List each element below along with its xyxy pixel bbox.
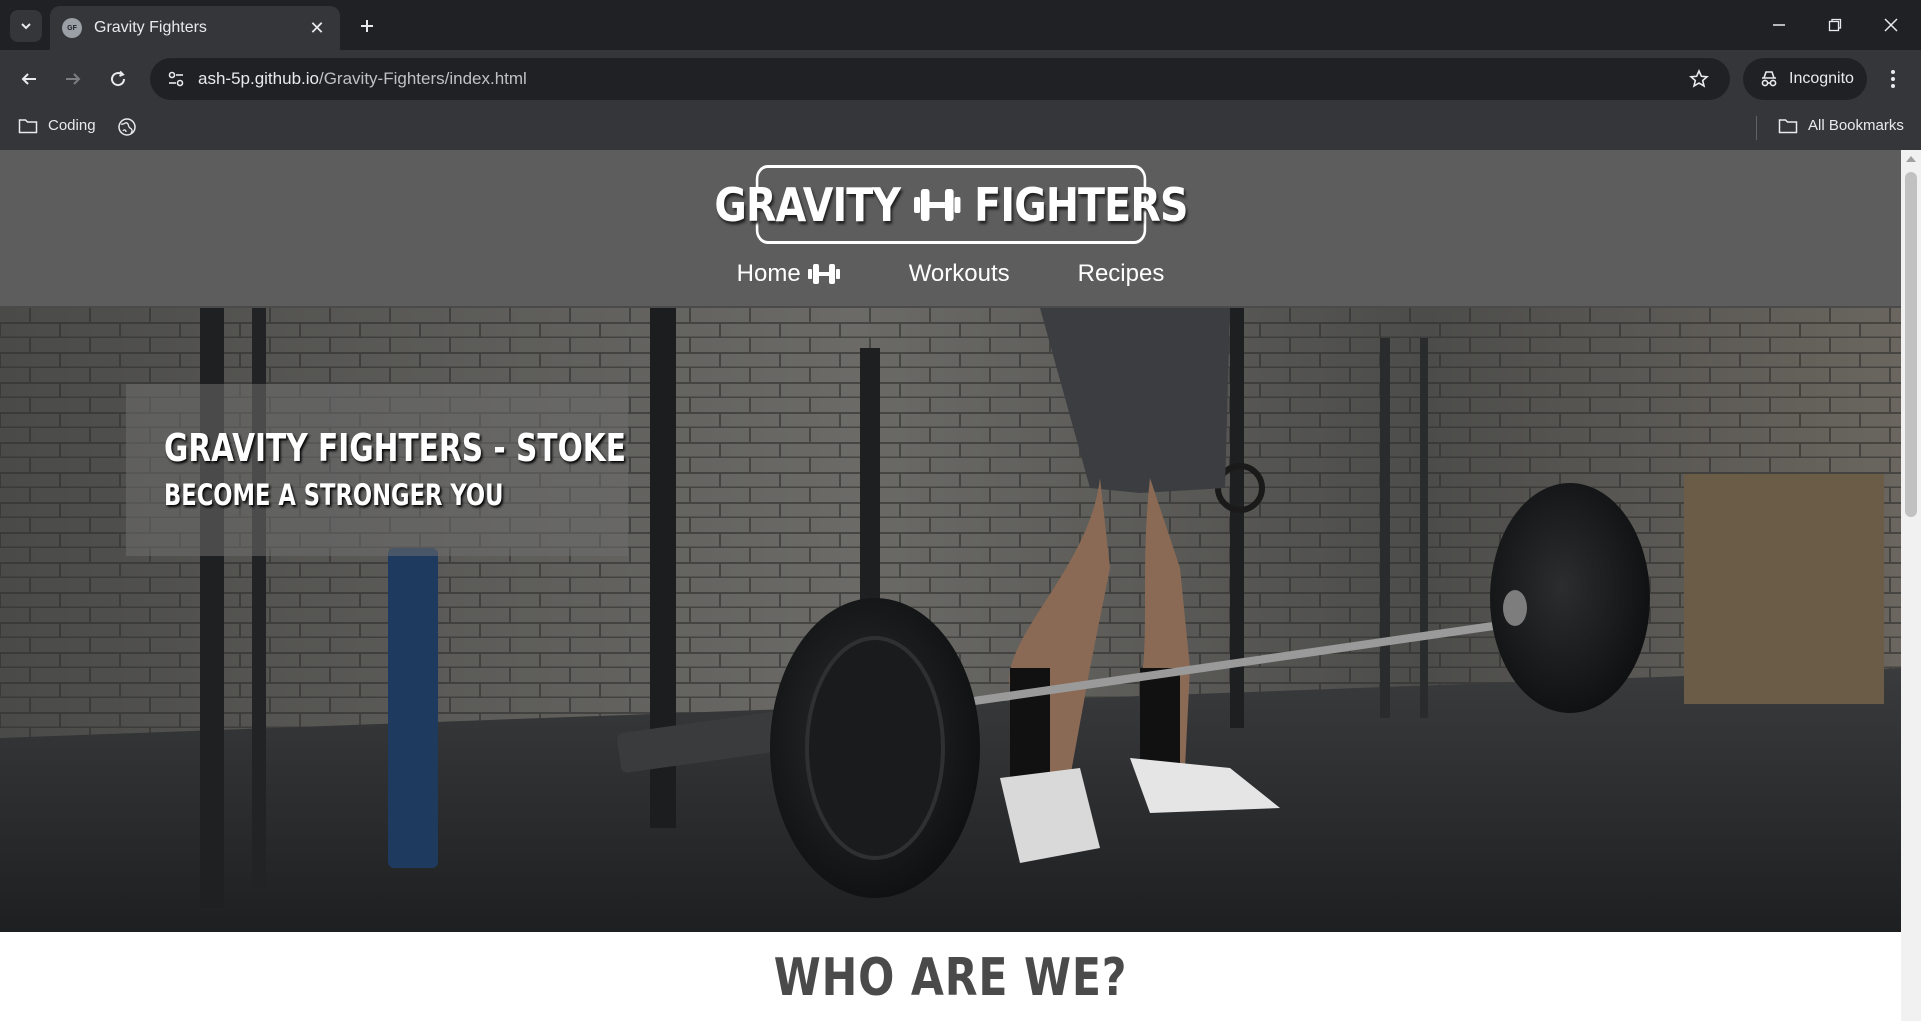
back-button[interactable]	[14, 64, 44, 94]
reload-icon	[111, 70, 126, 87]
site-logo[interactable]: GRAVITY FIGHTERS	[714, 165, 1188, 244]
nav-link-home[interactable]: Home	[737, 260, 841, 288]
bookmark-folder-coding[interactable]: Coding	[18, 117, 96, 134]
minimize-icon	[1773, 24, 1785, 26]
all-bookmarks-button[interactable]: All Bookmarks	[1778, 117, 1904, 134]
globe-icon	[118, 118, 136, 136]
reload-button[interactable]	[103, 64, 133, 94]
star-icon	[1689, 69, 1709, 88]
section-heading: WHO ARE WE?	[0, 948, 1901, 1008]
hero-text-box: GRAVITY FIGHTERS - STOKE BECOME A STRONG…	[126, 384, 628, 556]
close-window-button[interactable]	[1876, 12, 1906, 38]
bookmarks-separator	[1756, 116, 1757, 140]
chevron-down-icon	[21, 23, 31, 30]
bookmark-globe[interactable]	[117, 117, 147, 137]
incognito-icon	[1761, 71, 1777, 87]
logo-text-right: FIGHTERS	[974, 177, 1188, 232]
restore-button[interactable]	[1820, 12, 1850, 38]
bookmarks-bar: Coding All Bookmarks	[0, 106, 1921, 150]
incognito-label: Incognito	[1789, 70, 1854, 87]
dumbbell-icon	[807, 262, 841, 286]
arrow-right-icon	[66, 73, 81, 85]
favicon-icon: GF	[62, 18, 82, 38]
url-text: ash-5p.github.io/Gravity-Fighters/index.…	[198, 69, 1684, 89]
nav-link-workouts[interactable]: Workouts	[909, 260, 1010, 288]
browser-menu-button[interactable]	[1878, 64, 1908, 94]
arrow-left-icon	[21, 73, 36, 85]
main-nav: Home Workouts Recipes	[0, 260, 1901, 288]
close-icon	[1884, 18, 1898, 32]
hero-section: GRAVITY FIGHTERS - STOKE BECOME A STRONG…	[0, 308, 1901, 932]
tab-close-icon[interactable]: ✕	[306, 18, 328, 39]
url-path: /Gravity-Fighters/index.html	[318, 69, 527, 88]
new-tab-button[interactable]	[354, 13, 380, 39]
tab-strip: GF Gravity Fighters ✕	[0, 0, 1921, 50]
site-header: GRAVITY FIGHTERS Home Workouts Recipes	[0, 150, 1901, 308]
forward-button[interactable]	[58, 64, 88, 94]
tab-search-button[interactable]	[10, 10, 42, 42]
site-info-icon[interactable]	[164, 67, 188, 91]
nav-link-label: Workouts	[908, 260, 1010, 287]
logo-text-left: GRAVITY	[714, 177, 901, 232]
bookmark-star-button[interactable]	[1684, 64, 1714, 94]
incognito-badge[interactable]: Incognito	[1743, 58, 1867, 100]
all-bookmarks-label: All Bookmarks	[1808, 117, 1904, 134]
hero-subtitle: BECOME A STRONGER YOU	[164, 478, 504, 512]
page-scrollbar[interactable]	[1901, 150, 1921, 1021]
nav-link-recipes[interactable]: Recipes	[1078, 260, 1165, 288]
plus-icon	[361, 20, 373, 32]
more-vertical-icon	[1891, 70, 1895, 88]
address-bar[interactable]: ash-5p.github.io/Gravity-Fighters/index.…	[150, 58, 1730, 100]
url-host: ash-5p.github.io	[198, 69, 319, 88]
browser-toolbar: ash-5p.github.io/Gravity-Fighters/index.…	[0, 50, 1921, 106]
section-heading-text: WHO ARE WE?	[773, 948, 1128, 1008]
tab-title: Gravity Fighters	[94, 19, 207, 36]
folder-icon	[18, 118, 38, 133]
browser-tab[interactable]: GF Gravity Fighters ✕	[50, 6, 340, 50]
scroll-up-arrow-icon[interactable]	[1906, 156, 1916, 162]
nav-link-label: Home	[736, 260, 801, 287]
restore-icon	[1828, 18, 1842, 32]
bookmark-label: Coding	[48, 117, 96, 134]
minimize-button[interactable]	[1764, 12, 1794, 38]
dumbbell-icon	[912, 183, 962, 227]
hero-title: GRAVITY FIGHTERS - STOKE	[164, 426, 627, 470]
page-viewport: GRAVITY FIGHTERS Home Workouts Recipes G…	[0, 150, 1901, 1021]
nav-link-label: Recipes	[1077, 260, 1165, 287]
scroll-thumb[interactable]	[1905, 172, 1917, 517]
folder-icon	[1778, 118, 1798, 133]
